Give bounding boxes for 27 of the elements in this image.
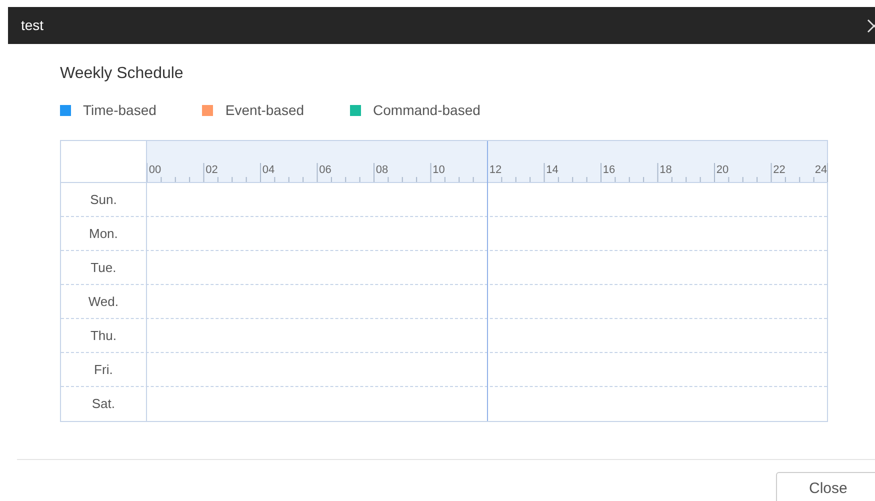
hour-label: 08 <box>376 165 388 176</box>
day-label: Mon. <box>88 224 118 243</box>
day-label: Wed. <box>88 292 118 311</box>
hour-label: 00 <box>148 165 162 176</box>
legend-label: Event-based <box>225 101 304 120</box>
hour-label: 04 <box>262 165 275 176</box>
hour-label: 16 <box>602 165 616 176</box>
legend-label: Time-based <box>83 101 156 120</box>
section-heading: Weekly Schedule <box>60 64 184 84</box>
close-button[interactable]: Close <box>776 472 875 501</box>
hour-label: 10 <box>432 165 445 176</box>
hour-label: 14 <box>546 165 558 176</box>
day-label: Thu. <box>90 326 116 345</box>
hour-label: 18 <box>660 165 672 176</box>
hour-label: 22 <box>773 165 786 176</box>
hour-label: 24 <box>814 165 828 176</box>
close-icon[interactable] <box>867 18 875 32</box>
day-label: Tue. <box>90 258 116 277</box>
hour-label: 12 <box>489 165 502 176</box>
legend-label: Command-based <box>373 101 480 120</box>
hour-label: 02 <box>206 165 218 176</box>
hour-label: 20 <box>716 165 729 176</box>
hour-label: 06 <box>319 165 332 176</box>
day-label: Fri. <box>94 360 113 379</box>
day-label: Sat. <box>92 395 115 414</box>
window-title: test <box>21 16 44 35</box>
day-label: Sun. <box>90 190 117 209</box>
